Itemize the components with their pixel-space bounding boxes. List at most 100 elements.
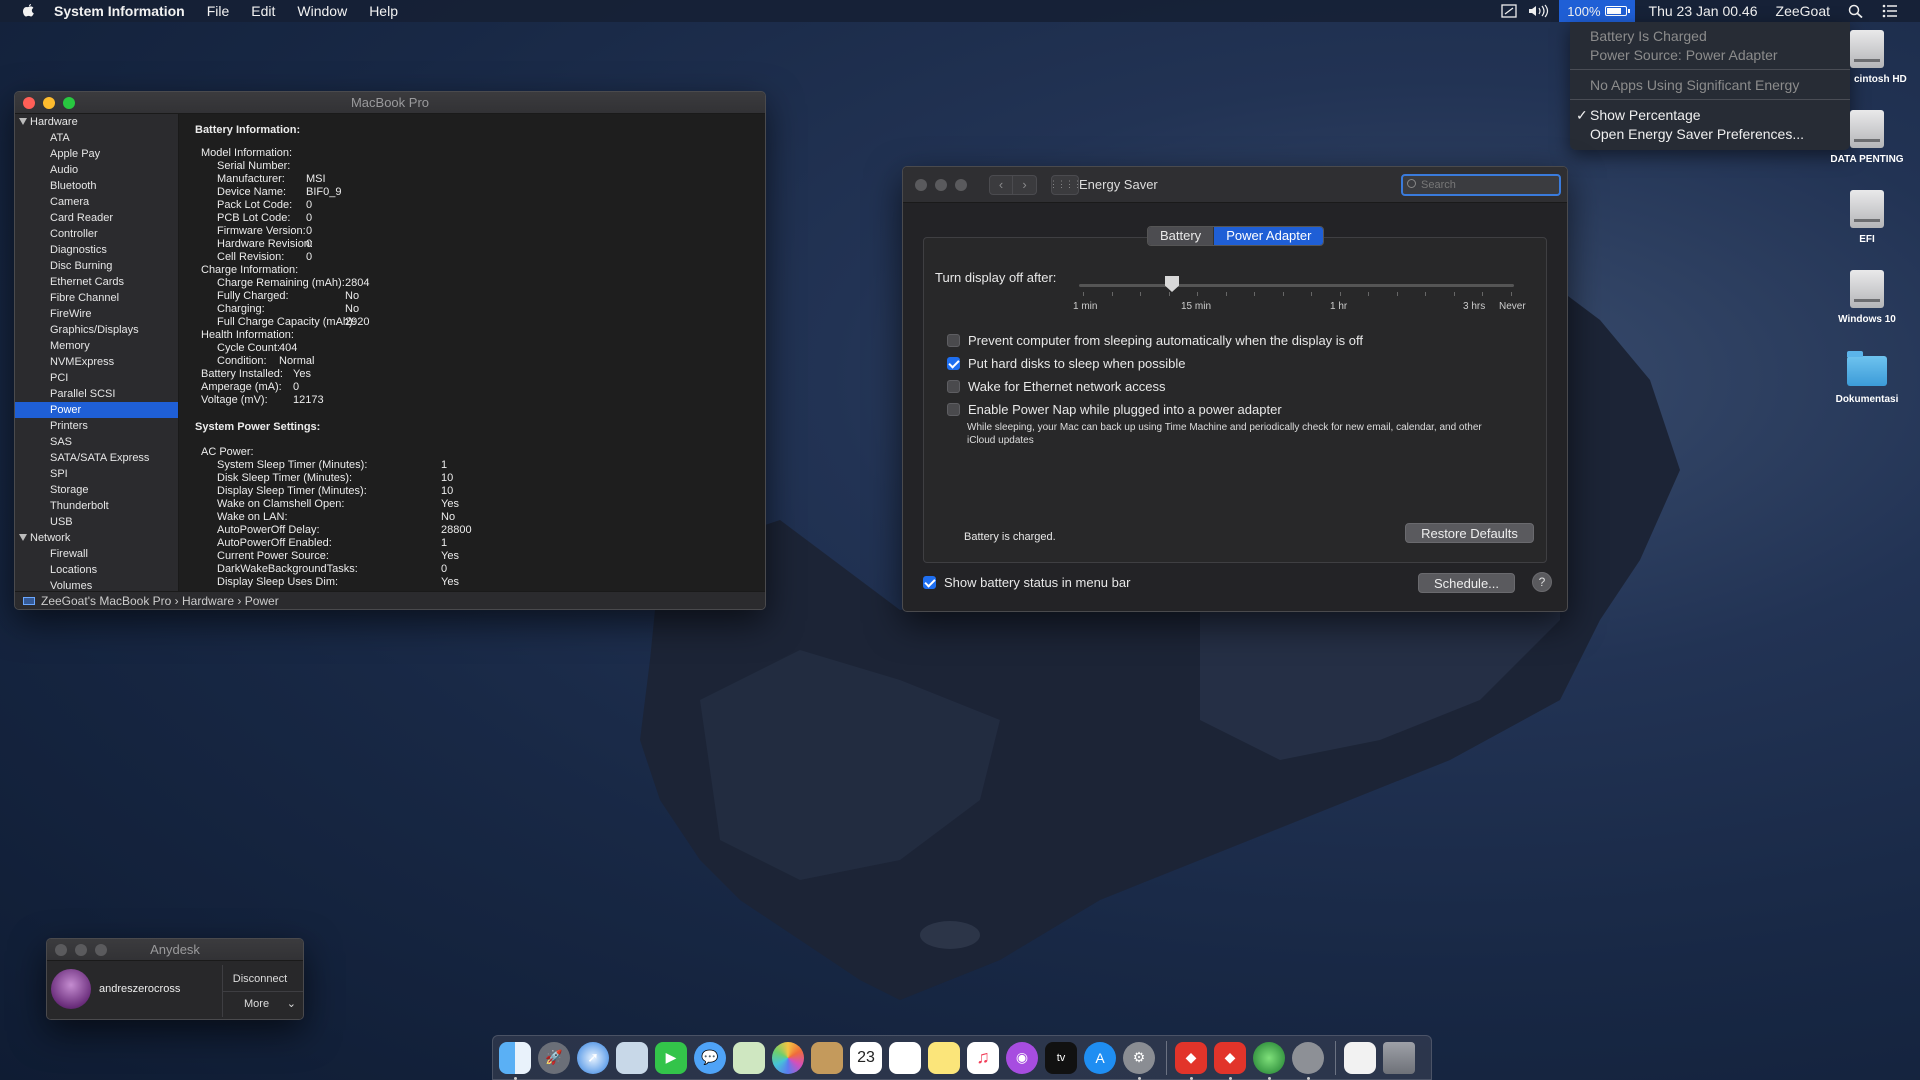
notes-icon[interactable] bbox=[928, 1041, 960, 1074]
display-sleep-slider[interactable] bbox=[1079, 284, 1514, 287]
search-field[interactable]: Search bbox=[1401, 174, 1561, 196]
sidebar-item-card-reader[interactable]: Card Reader bbox=[15, 210, 178, 226]
close-button[interactable] bbox=[915, 178, 927, 191]
messages-icon[interactable]: 💬 bbox=[694, 1041, 726, 1074]
tab-power-adapter[interactable]: Power Adapter bbox=[1214, 227, 1324, 245]
desktop-icon-windows-10[interactable]: Windows 10 bbox=[1822, 270, 1912, 325]
sidebar-item-power[interactable]: Power bbox=[15, 402, 178, 418]
anydesk-alt-icon[interactable]: ◆ bbox=[1214, 1041, 1246, 1080]
minimize-button[interactable] bbox=[75, 943, 87, 956]
sidebar-item-camera[interactable]: Camera bbox=[15, 194, 178, 210]
sidebar-group-network[interactable]: Network bbox=[15, 530, 178, 546]
open-energy-prefs-item[interactable]: Open Energy Saver Preferences... bbox=[1570, 124, 1850, 143]
display-menu-icon[interactable] bbox=[1501, 4, 1517, 18]
automator-icon[interactable] bbox=[1292, 1041, 1324, 1080]
option-wake-ethernet[interactable]: Wake for Ethernet network access bbox=[947, 378, 1166, 394]
sidebar-item-fibre-channel[interactable]: Fibre Channel bbox=[15, 290, 178, 306]
sidebar-item-volumes[interactable]: Volumes bbox=[15, 578, 178, 591]
battery-menu[interactable]: 100% bbox=[1559, 0, 1635, 22]
sidebar-item-storage[interactable]: Storage bbox=[15, 482, 178, 498]
show-all-button[interactable]: ⋮⋮⋮⋮ bbox=[1049, 174, 1082, 195]
zoom-button[interactable] bbox=[955, 178, 967, 191]
sidebar-item-memory[interactable]: Memory bbox=[15, 338, 178, 354]
volume-icon[interactable] bbox=[1527, 4, 1549, 18]
finder-icon[interactable] bbox=[499, 1041, 531, 1080]
desktop-icon-dokumentasi[interactable]: Dokumentasi bbox=[1822, 350, 1912, 405]
window-titlebar[interactable]: MacBook Pro bbox=[15, 92, 765, 114]
launchpad-icon[interactable]: 🚀 bbox=[538, 1041, 570, 1074]
music-icon[interactable]: ♫ bbox=[967, 1041, 999, 1074]
window-titlebar[interactable]: Anydesk bbox=[47, 939, 303, 961]
globe-app-icon[interactable] bbox=[1253, 1041, 1285, 1080]
facetime-icon[interactable]: ▶ bbox=[655, 1041, 687, 1074]
sidebar-item-apple-pay[interactable]: Apple Pay bbox=[15, 146, 178, 162]
sidebar-item-diagnostics[interactable]: Diagnostics bbox=[15, 242, 178, 258]
sidebar-item-sas[interactable]: SAS bbox=[15, 434, 178, 450]
checkbox-checked[interactable] bbox=[947, 356, 960, 370]
checkbox[interactable] bbox=[947, 379, 960, 393]
notification-center-icon[interactable] bbox=[1882, 4, 1898, 18]
apple-menu-icon[interactable] bbox=[20, 3, 36, 19]
checkbox[interactable] bbox=[947, 333, 960, 347]
appstore-icon[interactable]: A bbox=[1084, 1041, 1116, 1074]
sidebar-item-pci[interactable]: PCI bbox=[15, 370, 178, 386]
sidebar-item-usb[interactable]: USB bbox=[15, 514, 178, 530]
tv-icon[interactable]: tv bbox=[1045, 1041, 1077, 1074]
sidebar-item-spi[interactable]: SPI bbox=[15, 466, 178, 482]
sidebar-item-ata[interactable]: ATA bbox=[15, 130, 178, 146]
checkbox[interactable] bbox=[947, 402, 960, 416]
sidebar-item-nvmexpress[interactable]: NVMExpress bbox=[15, 354, 178, 370]
disconnect-button[interactable]: Disconnect bbox=[230, 973, 290, 985]
forward-button[interactable]: › bbox=[1013, 174, 1037, 195]
tab-battery[interactable]: Battery bbox=[1148, 227, 1215, 245]
help-button[interactable]: ? bbox=[1532, 572, 1552, 592]
sidebar-item-printers[interactable]: Printers bbox=[15, 418, 178, 434]
menu-window[interactable]: Window bbox=[297, 3, 347, 19]
show-percentage-item[interactable]: ✓ Show Percentage bbox=[1570, 105, 1850, 124]
sidebar-item-bluetooth[interactable]: Bluetooth bbox=[15, 178, 178, 194]
menu-help[interactable]: Help bbox=[369, 3, 398, 19]
close-button[interactable] bbox=[55, 943, 67, 956]
menu-app-name[interactable]: System Information bbox=[54, 3, 185, 19]
back-button[interactable]: ‹ bbox=[989, 174, 1013, 195]
zoom-button[interactable] bbox=[63, 96, 75, 109]
photos-icon[interactable] bbox=[772, 1041, 804, 1074]
sidebar-group-hardware[interactable]: Hardware bbox=[15, 114, 178, 130]
contacts-icon[interactable] bbox=[811, 1041, 843, 1074]
sidebar-item-disc-burning[interactable]: Disc Burning bbox=[15, 258, 178, 274]
menu-clock[interactable]: Thu 23 Jan 00.46 bbox=[1649, 3, 1758, 19]
menu-user[interactable]: ZeeGoat bbox=[1776, 3, 1830, 19]
sidebar-item-sata-sata-express[interactable]: SATA/SATA Express bbox=[15, 450, 178, 466]
anydesk-icon[interactable]: ◆ bbox=[1175, 1041, 1207, 1080]
trash-icon[interactable] bbox=[1383, 1041, 1415, 1074]
checkbox-checked[interactable] bbox=[923, 575, 936, 589]
option-prevent-sleep[interactable]: Prevent computer from sleeping automatic… bbox=[947, 332, 1363, 348]
desktop-icon-data-penting[interactable]: DATA PENTING bbox=[1822, 110, 1912, 165]
desktop-icon-efi[interactable]: EFI bbox=[1822, 190, 1912, 245]
restore-defaults-button[interactable]: Restore Defaults bbox=[1405, 523, 1534, 543]
minimize-button[interactable] bbox=[43, 96, 55, 109]
option-disk-sleep[interactable]: Put hard disks to sleep when possible bbox=[947, 355, 1186, 371]
window-titlebar[interactable]: ‹ › ⋮⋮⋮⋮ Energy Saver Search bbox=[903, 167, 1567, 203]
podcasts-icon[interactable]: ◉ bbox=[1006, 1041, 1038, 1074]
close-button[interactable] bbox=[23, 96, 35, 109]
sidebar-item-thunderbolt[interactable]: Thunderbolt bbox=[15, 498, 178, 514]
schedule-button[interactable]: Schedule... bbox=[1418, 573, 1515, 593]
sidebar-item-firewall[interactable]: Firewall bbox=[15, 546, 178, 562]
menu-file[interactable]: File bbox=[207, 3, 230, 19]
sidebar-item-graphics-displays[interactable]: Graphics/Displays bbox=[15, 322, 178, 338]
sidebar-item-firewire[interactable]: FireWire bbox=[15, 306, 178, 322]
menu-edit[interactable]: Edit bbox=[251, 3, 275, 19]
sidebar-item-locations[interactable]: Locations bbox=[15, 562, 178, 578]
minimize-button[interactable] bbox=[935, 178, 947, 191]
sidebar-item-ethernet-cards[interactable]: Ethernet Cards bbox=[15, 274, 178, 290]
sidebar-item-parallel-scsi[interactable]: Parallel SCSI bbox=[15, 386, 178, 402]
calendar-icon[interactable]: 23 bbox=[850, 1041, 882, 1074]
documents-icon[interactable] bbox=[1344, 1041, 1376, 1074]
reminders-icon[interactable] bbox=[889, 1041, 921, 1074]
safari-icon[interactable]: ➚ bbox=[577, 1041, 609, 1074]
maps-icon[interactable] bbox=[733, 1041, 765, 1074]
desktop-icon-macintosh-hd[interactable]: cintosh HD bbox=[1822, 30, 1912, 85]
zoom-button[interactable] bbox=[95, 943, 107, 956]
sidebar-item-controller[interactable]: Controller bbox=[15, 226, 178, 242]
